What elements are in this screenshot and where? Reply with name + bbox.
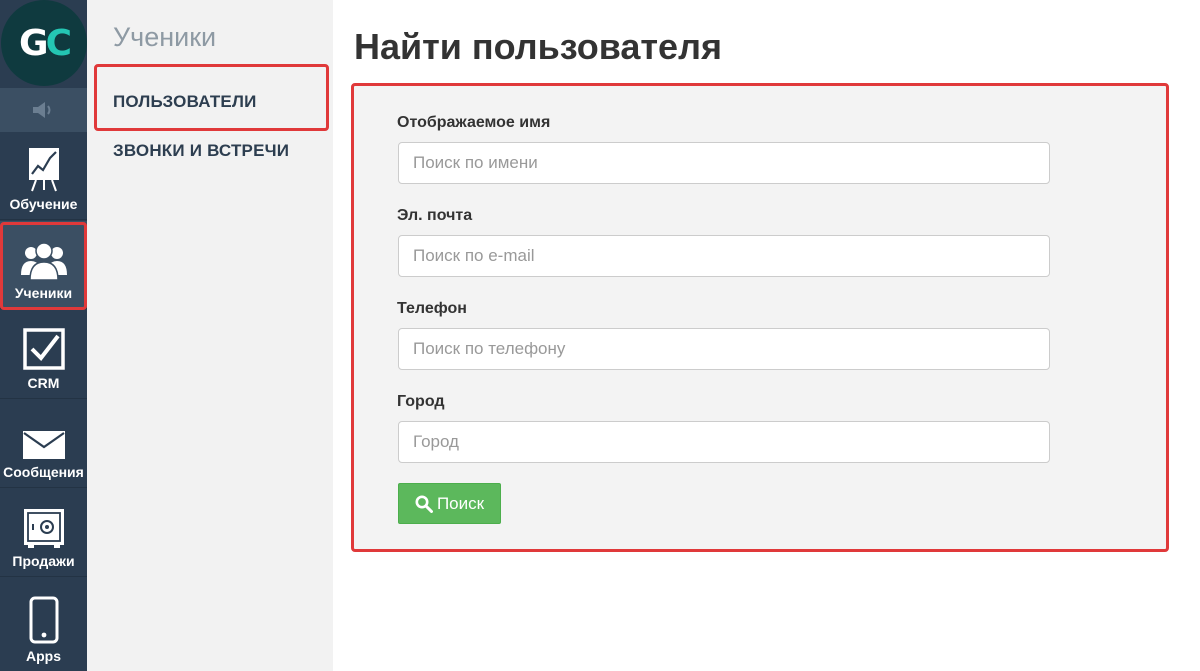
- rail-item-messages[interactable]: Сообщения: [0, 400, 87, 488]
- logo-letter-g: G: [19, 22, 49, 64]
- search-button-label: Поиск: [436, 493, 485, 513]
- search-button[interactable]: Поиск: [398, 483, 501, 524]
- logo-letter-c: C: [45, 22, 72, 64]
- speaker-icon: [32, 102, 50, 118]
- phone-icon: [29, 596, 58, 644]
- rail-item-label: Продажи: [12, 553, 75, 569]
- rail-item-label: Обучение: [9, 196, 78, 212]
- checkbox-icon: [22, 328, 65, 370]
- phone-search-input[interactable]: [398, 328, 1050, 370]
- subnav-item-users[interactable]: ПОЛЬЗОВАТЕЛИ: [113, 92, 257, 112]
- rail-item-sales[interactable]: Продажи: [0, 489, 87, 577]
- app-root: GC Обучение Ученики CRM Сообщения Продаж…: [0, 0, 1200, 671]
- subnav-item-calls[interactable]: ЗВОНКИ И ВСТРЕЧИ: [113, 141, 289, 161]
- logo[interactable]: GC: [0, 0, 87, 88]
- city-search-input[interactable]: [398, 421, 1050, 463]
- email-label: Эл. почта: [397, 207, 473, 224]
- envelope-icon: [22, 431, 65, 459]
- rail-item-label: Apps: [26, 648, 61, 664]
- rail-item-students[interactable]: Ученики: [0, 221, 87, 309]
- name-search-input[interactable]: [398, 142, 1050, 184]
- page-title: Найти пользователя: [354, 26, 722, 67]
- rail-item-apps[interactable]: Apps: [0, 578, 87, 671]
- rail-item-learning[interactable]: Обучение: [0, 132, 87, 220]
- section-sidebar: Ученики ПОЛЬЗОВАТЕЛИ ЗВОНКИ И ВСТРЕЧИ: [87, 0, 333, 671]
- icon-rail: GC Обучение Ученики CRM Сообщения Продаж…: [0, 0, 87, 671]
- city-label: Город: [397, 393, 445, 410]
- rail-item-label: Сообщения: [3, 464, 84, 480]
- chart-board-icon: [28, 148, 59, 192]
- section-title: Ученики: [113, 22, 217, 52]
- rail-item-label: CRM: [27, 375, 60, 391]
- email-search-input[interactable]: [398, 235, 1050, 277]
- rail-item-label: Ученики: [14, 285, 73, 301]
- logo-badge: GC: [1, 0, 87, 86]
- rail-item-crm[interactable]: CRM: [0, 310, 87, 399]
- search-icon: [415, 495, 433, 513]
- phone-label: Телефон: [397, 300, 467, 317]
- announcements-button[interactable]: [0, 88, 87, 132]
- name-label: Отображаемое имя: [397, 114, 551, 131]
- users-icon: [20, 242, 67, 281]
- safe-icon: [23, 509, 64, 548]
